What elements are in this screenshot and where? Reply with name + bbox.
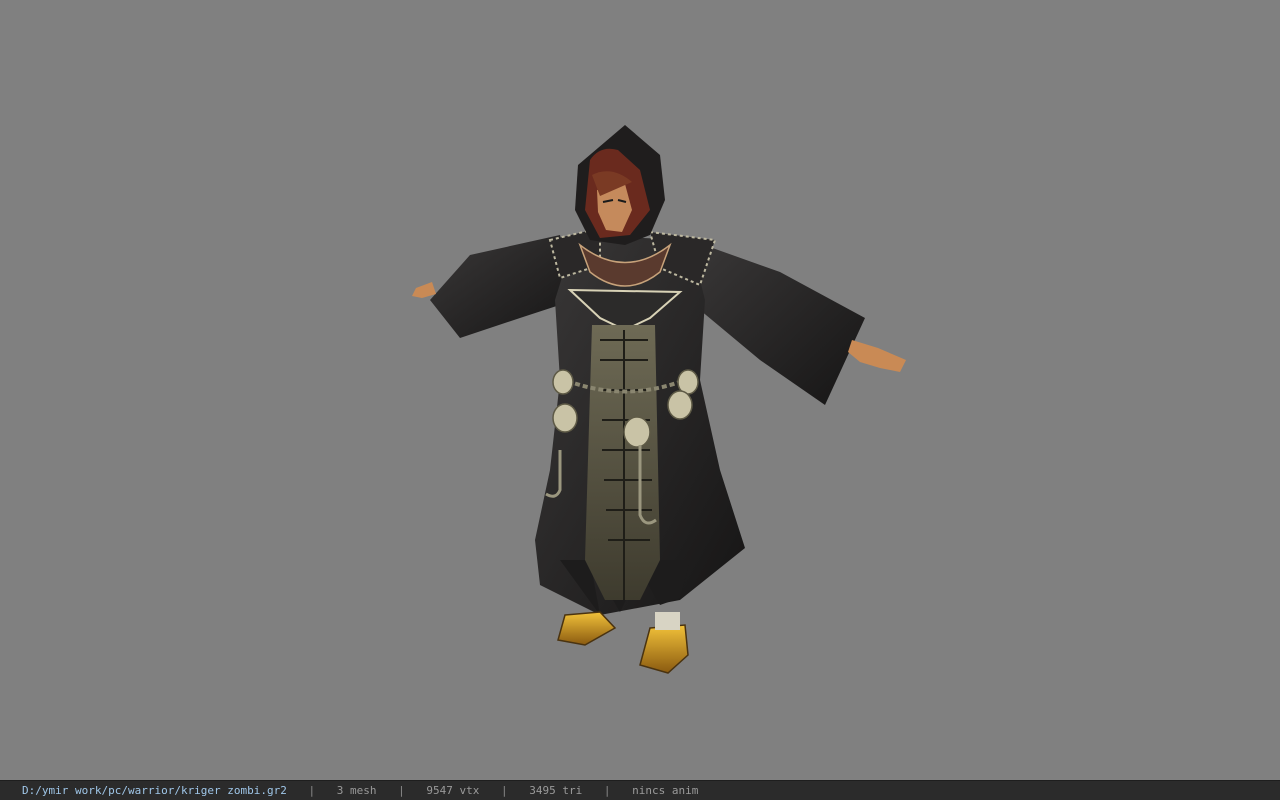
- mesh-count: 3 mesh: [336, 784, 377, 797]
- file-path: D:/ymir work/pc/warrior/kriger zombi.gr2: [22, 784, 287, 797]
- 3d-viewport[interactable]: [0, 0, 1280, 780]
- vertex-count: 9547 vtx: [426, 784, 480, 797]
- separator: |: [308, 784, 316, 797]
- separator: |: [501, 784, 508, 797]
- character-model-icon: [412, 125, 906, 674]
- separator: |: [398, 784, 405, 797]
- triangle-count: 3495 tri: [529, 784, 583, 797]
- status-bar: D:/ymir work/pc/warrior/kriger zombi.gr2…: [0, 780, 1280, 800]
- separator: |: [603, 784, 611, 797]
- animation-status: nincs anim: [632, 784, 699, 797]
